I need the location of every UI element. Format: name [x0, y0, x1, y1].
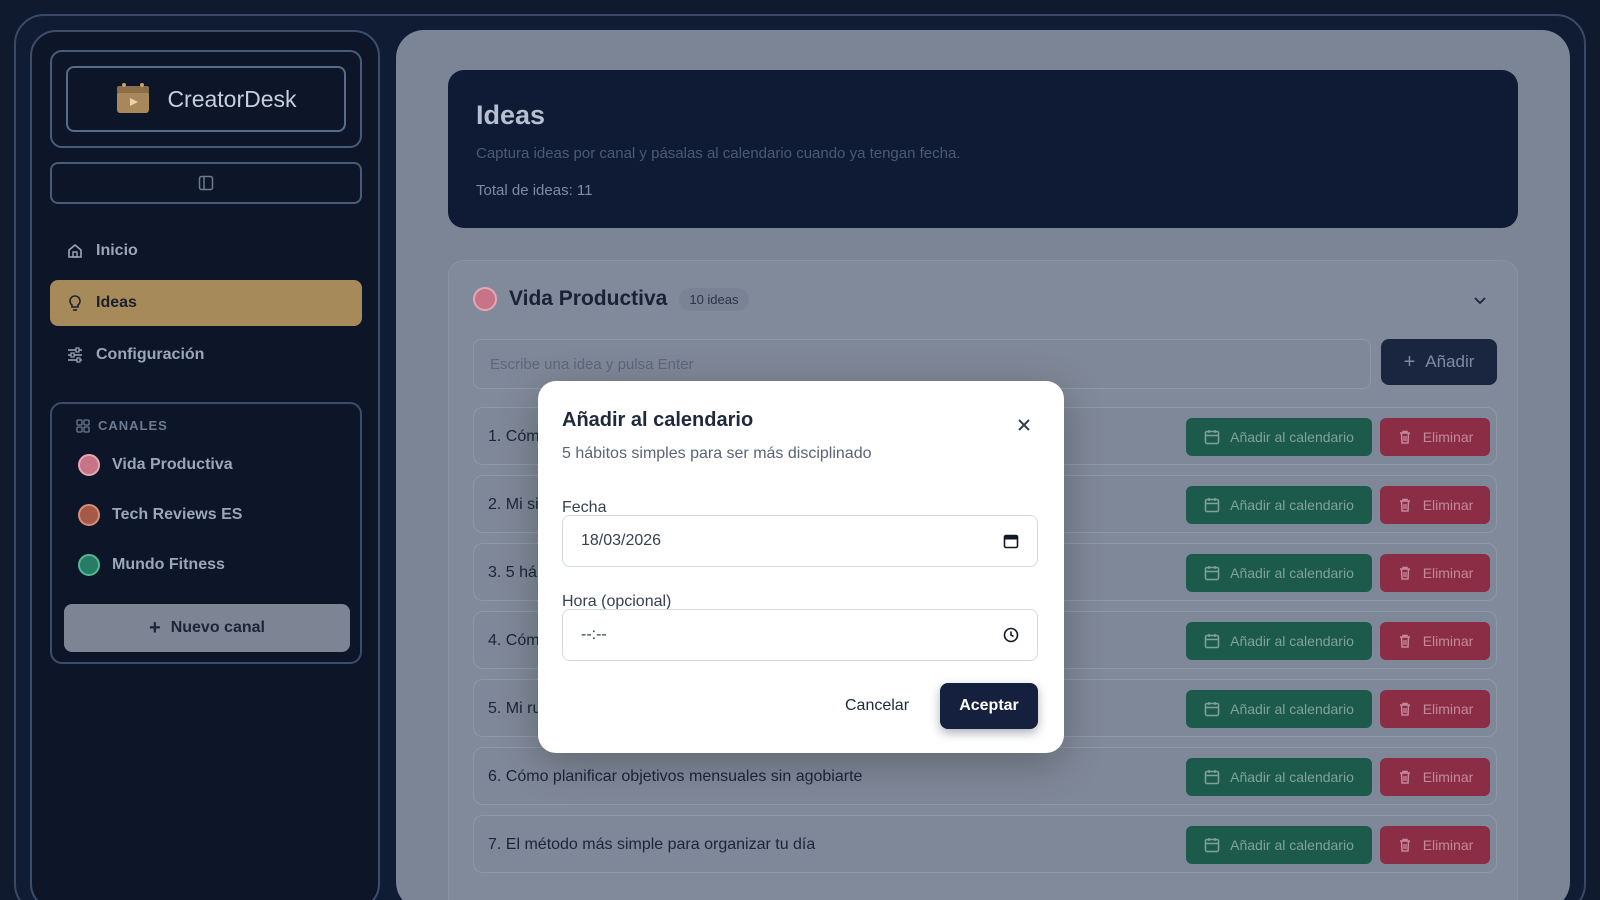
add-to-calendar-button[interactable]: Añadir al calendario — [1186, 554, 1372, 592]
add-to-calendar-modal: Añadir al calendario 5 hábitos simples p… — [538, 381, 1064, 753]
channel-tech-reviews[interactable]: Tech Reviews ES — [78, 504, 242, 526]
ideas-total: Total de ideas: 11 — [476, 182, 593, 199]
nav-label: Ideas — [96, 294, 137, 311]
trash-icon — [1399, 838, 1410, 852]
chevron-down-icon — [1474, 297, 1486, 305]
date-input[interactable]: 18/03/2026 — [562, 515, 1038, 567]
channel-vida-productiva[interactable]: Vida Productiva — [78, 454, 233, 476]
trash-icon — [1399, 634, 1410, 648]
delete-idea-button[interactable]: Eliminar — [1380, 418, 1490, 456]
lightbulb-icon — [69, 295, 81, 311]
idea-row: 6. Cómo planificar objetivos mensuales s… — [473, 747, 1497, 805]
channel-card-header[interactable]: Vida Productiva 10 ideas — [473, 287, 749, 311]
cancel-button[interactable]: Cancelar — [832, 683, 922, 729]
idea-text: 4. Cóm — [488, 632, 540, 649]
sidebar: CreatorDesk Inicio Ideas Configuración C… — [30, 30, 380, 900]
brand-box: CreatorDesk — [50, 50, 362, 148]
nav-item-inicio[interactable]: Inicio — [50, 228, 362, 274]
idea-text: 5. Mi ru — [488, 700, 542, 717]
add-to-calendar-button[interactable]: Añadir al calendario — [1186, 486, 1372, 524]
collapse-sidebar-button[interactable] — [50, 162, 362, 204]
plus-icon: + — [1403, 350, 1416, 373]
channel-avatar — [78, 504, 100, 526]
clapperboard-icon — [117, 83, 150, 113]
channel-avatar — [78, 454, 100, 476]
idea-text: 3. 5 há — [488, 564, 537, 581]
calendar-icon — [1204, 430, 1220, 445]
idea-text: 1. Cóm — [488, 428, 540, 445]
idea-text: 6. Cómo planificar objetivos mensuales s… — [488, 768, 863, 785]
delete-idea-button[interactable]: Eliminar — [1380, 690, 1490, 728]
collapse-card-button[interactable] — [1473, 293, 1487, 312]
trash-icon — [1399, 566, 1410, 580]
channel-mundo-fitness[interactable]: Mundo Fitness — [78, 554, 225, 576]
calendar-icon — [1204, 566, 1220, 581]
brand-name: CreatorDesk — [167, 85, 297, 112]
modal-title: Añadir al calendario — [562, 409, 754, 431]
channel-avatar — [78, 554, 100, 576]
channel-avatar — [473, 287, 497, 311]
delete-idea-button[interactable]: Eliminar — [1380, 486, 1490, 524]
close-icon — [1018, 419, 1030, 431]
page-header: Ideas Captura ideas por canal y pásalas … — [448, 70, 1518, 228]
delete-idea-button[interactable]: Eliminar — [1380, 622, 1490, 660]
channels-heading: CANALES — [76, 418, 168, 433]
home-icon — [68, 243, 82, 258]
trash-icon — [1399, 430, 1410, 444]
time-input[interactable]: --:-- — [562, 609, 1038, 661]
page-subtitle: Captura ideas por canal y pásalas al cal… — [476, 145, 961, 162]
add-to-calendar-button[interactable]: Añadir al calendario — [1186, 758, 1372, 796]
brand-logo[interactable]: CreatorDesk — [66, 66, 346, 132]
ideas-count-badge: 10 ideas — [679, 287, 749, 311]
calendar-icon — [1204, 838, 1220, 853]
idea-text: 2. Mi si — [488, 496, 539, 513]
grid-icon — [76, 418, 90, 433]
add-to-calendar-button[interactable]: Añadir al calendario — [1186, 826, 1372, 864]
nav-item-ideas[interactable]: Ideas — [50, 280, 362, 326]
channel-card-title: Vida Productiva — [509, 287, 668, 310]
calendar-icon — [1204, 498, 1220, 513]
calendar-icon — [1204, 770, 1220, 785]
page-title: Ideas — [476, 100, 546, 130]
add-to-calendar-button[interactable]: Añadir al calendario — [1186, 622, 1372, 660]
add-idea-button[interactable]: + Añadir — [1381, 339, 1497, 385]
calendar-icon — [1204, 634, 1220, 649]
idea-row: 7. El método más simple para organizar t… — [473, 815, 1497, 873]
delete-idea-button[interactable]: Eliminar — [1380, 554, 1490, 592]
close-modal-button[interactable] — [1014, 415, 1034, 435]
nav-label: Configuración — [96, 346, 205, 363]
idea-text: 7. El método más simple para organizar t… — [488, 836, 816, 853]
new-channel-button[interactable]: + Nuevo canal — [64, 604, 350, 652]
modal-subtitle: 5 hábitos simples para ser más disciplin… — [562, 445, 872, 462]
plus-icon: + — [149, 616, 161, 639]
channels-section: CANALES Vida Productiva Tech Reviews ES … — [50, 402, 362, 664]
delete-idea-button[interactable]: Eliminar — [1380, 826, 1490, 864]
nav-item-configuracion[interactable]: Configuración — [50, 332, 362, 378]
add-to-calendar-button[interactable]: Añadir al calendario — [1186, 690, 1372, 728]
sidebar-toggle-icon — [198, 175, 214, 191]
trash-icon — [1399, 702, 1410, 716]
calendar-icon — [1204, 702, 1220, 717]
sliders-icon — [68, 347, 82, 363]
trash-icon — [1399, 770, 1410, 784]
clock-icon[interactable] — [1003, 627, 1019, 643]
trash-icon — [1399, 498, 1410, 512]
nav-label: Inicio — [96, 242, 138, 259]
accept-button[interactable]: Aceptar — [940, 683, 1038, 729]
add-to-calendar-button[interactable]: Añadir al calendario — [1186, 418, 1372, 456]
delete-idea-button[interactable]: Eliminar — [1380, 758, 1490, 796]
calendar-icon[interactable] — [1003, 533, 1019, 549]
